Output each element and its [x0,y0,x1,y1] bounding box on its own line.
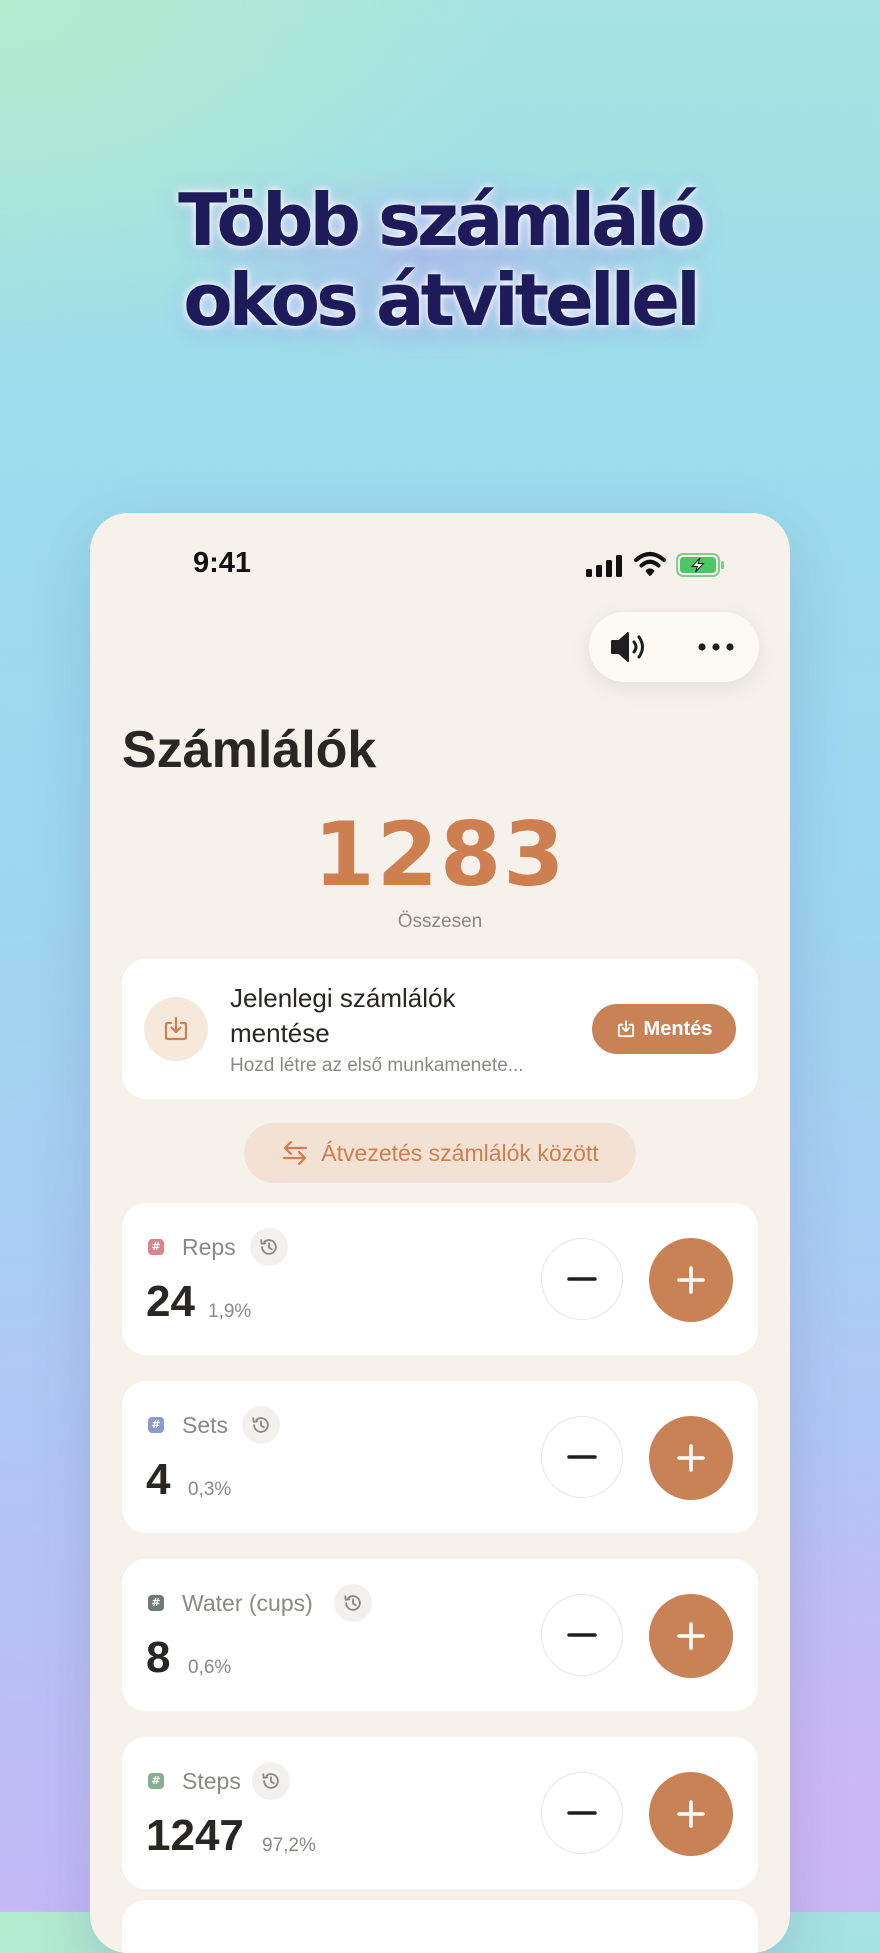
counter-value: 24 [146,1277,195,1326]
hash-tag-icon: # [148,1773,164,1789]
save-button[interactable]: Mentés [592,1004,736,1054]
history-button[interactable] [250,1228,288,1266]
decrement-button[interactable] [541,1238,623,1320]
cellular-signal-icon [586,555,622,577]
history-clock-icon [260,1239,277,1255]
plus-icon [677,1622,705,1650]
save-icon-badge [144,997,208,1061]
counter-name: Reps [182,1234,236,1260]
save-card-title: Jelenlegi számlálók mentése [230,983,456,1048]
minus-icon [567,1277,597,1281]
decrement-button[interactable] [541,1594,623,1676]
decrement-button[interactable] [541,1772,623,1854]
hash-tag-icon: # [148,1239,164,1255]
minus-icon [567,1633,597,1637]
transfer-arrows-icon [283,1140,308,1166]
decrement-button[interactable] [541,1416,623,1498]
transfer-label: Átvezetés számlálók között [321,1139,599,1166]
increment-button[interactable] [649,1772,733,1856]
save-session-card: Jelenlegi számlálók mentése Hozd létre a… [122,959,758,1099]
sound-toggle-button[interactable] [609,629,651,665]
history-button[interactable] [252,1762,290,1800]
save-button-label: Mentés [643,1017,713,1040]
counter-percent: 1,9% [208,1301,252,1322]
transfer-between-counters-button[interactable]: Átvezetés számlálók között [244,1123,636,1183]
counter-card-water: # Water (cups) 8 0,6% [122,1559,758,1711]
hero-title-line2: okos átvitellel [183,258,701,342]
counter-value: 1247 [146,1811,244,1860]
status-time: 9:41 [193,547,252,579]
top-actions-pill [589,612,759,682]
increment-button[interactable] [649,1594,733,1678]
phone-screen: 9:41 Számlálók 1283 Összesen Jelenlegi s… [90,513,790,1953]
counter-percent: 0,6% [188,1657,232,1678]
counter-card-partial [122,1900,758,1953]
plus-icon [677,1266,705,1294]
speaker-icon [611,632,644,662]
download-tray-icon [617,1020,634,1038]
counter-percent: 0,3% [188,1479,232,1500]
hero-title-line1: Több számláló [178,178,706,262]
counter-name: Water (cups) [182,1590,313,1616]
status-bar: 9:41 [90,513,790,617]
save-card-subtitle: Hozd létre az első munkamenete... [230,1055,524,1076]
hash-tag-icon: # [148,1595,164,1611]
plus-icon [677,1800,705,1828]
history-clock-icon [262,1773,279,1789]
history-clock-icon [344,1595,361,1611]
plus-icon [677,1444,705,1472]
counter-percent: 97,2% [262,1835,316,1856]
minus-icon [567,1811,597,1815]
minus-icon [567,1455,597,1459]
counter-value: 4 [146,1455,171,1504]
wifi-icon [634,552,666,576]
counter-card-sets: # Sets 4 0,3% [122,1381,758,1533]
more-options-button[interactable] [695,629,737,665]
increment-button[interactable] [649,1238,733,1322]
counter-value: 8 [146,1633,171,1682]
increment-button[interactable] [649,1416,733,1500]
more-dots-icon [698,643,734,651]
history-clock-icon [252,1417,269,1433]
history-button[interactable] [242,1406,280,1444]
counter-name: Sets [182,1412,229,1438]
download-tray-icon [164,1016,188,1041]
hash-tag-icon: # [148,1417,164,1433]
history-button[interactable] [334,1584,372,1622]
page-title: Számlálók [122,721,377,779]
counter-card-steps: # Steps 1247 97,2% [122,1737,758,1889]
battery-charging-icon [676,553,724,577]
hero-title: Több számláló okos átvitellel [0,180,880,340]
counter-name: Steps [182,1768,241,1794]
total-label: Összesen [397,911,483,932]
counter-card-reps: # Reps 24 1,9% [122,1203,758,1355]
total-count: 1283 [313,803,567,906]
